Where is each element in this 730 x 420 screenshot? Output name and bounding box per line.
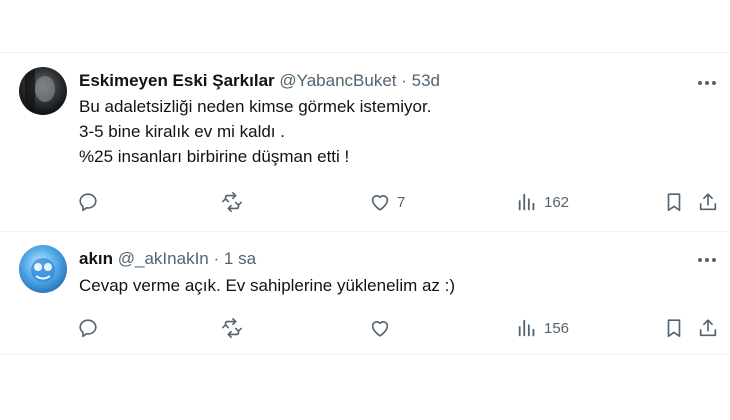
bookmark-icon [667, 193, 681, 212]
tweet[interactable]: akın @_akInakIn · 1 sa Cevap verme açık.… [0, 232, 730, 354]
tweet-actions: 7 162 [75, 189, 725, 215]
meta-separator: · [213, 249, 220, 268]
retweet-button[interactable] [220, 315, 250, 341]
tweet-line: %25 insanları birbirine düşman etti ! [79, 147, 350, 166]
tweet-line: Cevap verme açık. Ev sahiplerine yüklene… [79, 276, 456, 295]
reply-icon [79, 193, 97, 212]
author-name[interactable]: akın [79, 249, 113, 268]
author-handle[interactable]: @YabancBuket [279, 71, 396, 90]
views-count: 156 [544, 319, 570, 337]
share-icon [699, 193, 717, 211]
reply-button[interactable] [77, 189, 105, 215]
reply-icon [79, 319, 97, 338]
tweet-line: Bu adaletsizliği neden kimse görmek iste… [79, 97, 432, 116]
author-name[interactable]: Eskimeyen Eski Şarkılar [79, 71, 275, 90]
views-button[interactable]: 162 [516, 189, 569, 215]
more-options-icon[interactable] [696, 72, 718, 94]
author-handle[interactable]: @_akInakIn [118, 249, 209, 268]
like-button[interactable]: 7 [369, 189, 405, 215]
more-options-icon[interactable] [696, 249, 718, 271]
tweet-divider [0, 354, 730, 355]
like-button[interactable] [369, 315, 397, 341]
bookmark-icon [667, 319, 681, 338]
tweet-actions: 156 [75, 315, 725, 341]
reply-button[interactable] [77, 315, 105, 341]
tweet-header: akın @_akInakIn · 1 sa [79, 248, 256, 270]
analytics-icon [518, 319, 535, 337]
share-button[interactable] [697, 189, 719, 215]
retweet-icon [222, 318, 242, 338]
retweet-icon [222, 192, 242, 212]
views-button[interactable]: 156 [516, 315, 569, 341]
share-button[interactable] [697, 315, 719, 341]
heart-icon [371, 195, 389, 211]
views-count: 162 [544, 193, 570, 211]
like-count: 7 [397, 193, 406, 211]
tweet-time[interactable]: 53d [412, 71, 440, 90]
avatar[interactable] [19, 67, 67, 115]
analytics-icon [518, 193, 535, 211]
bookmark-button[interactable] [663, 189, 685, 215]
tweet[interactable]: Eskimeyen Eski Şarkılar @YabancBuket · 5… [0, 53, 730, 231]
retweet-button[interactable] [220, 189, 250, 215]
bookmark-button[interactable] [663, 315, 685, 341]
tweet-header: Eskimeyen Eski Şarkılar @YabancBuket · 5… [79, 70, 440, 92]
tweet-line: 3-5 bine kiralık ev mi kaldı . [79, 122, 285, 141]
tweet-time[interactable]: 1 sa [224, 249, 256, 268]
tweet-text: Bu adaletsizliği neden kimse görmek iste… [79, 94, 431, 169]
meta-separator: · [401, 71, 407, 90]
heart-icon [371, 321, 389, 337]
share-icon [699, 319, 717, 337]
tweet-text: Cevap verme açık. Ev sahiplerine yüklene… [79, 273, 455, 298]
avatar[interactable] [19, 245, 67, 293]
